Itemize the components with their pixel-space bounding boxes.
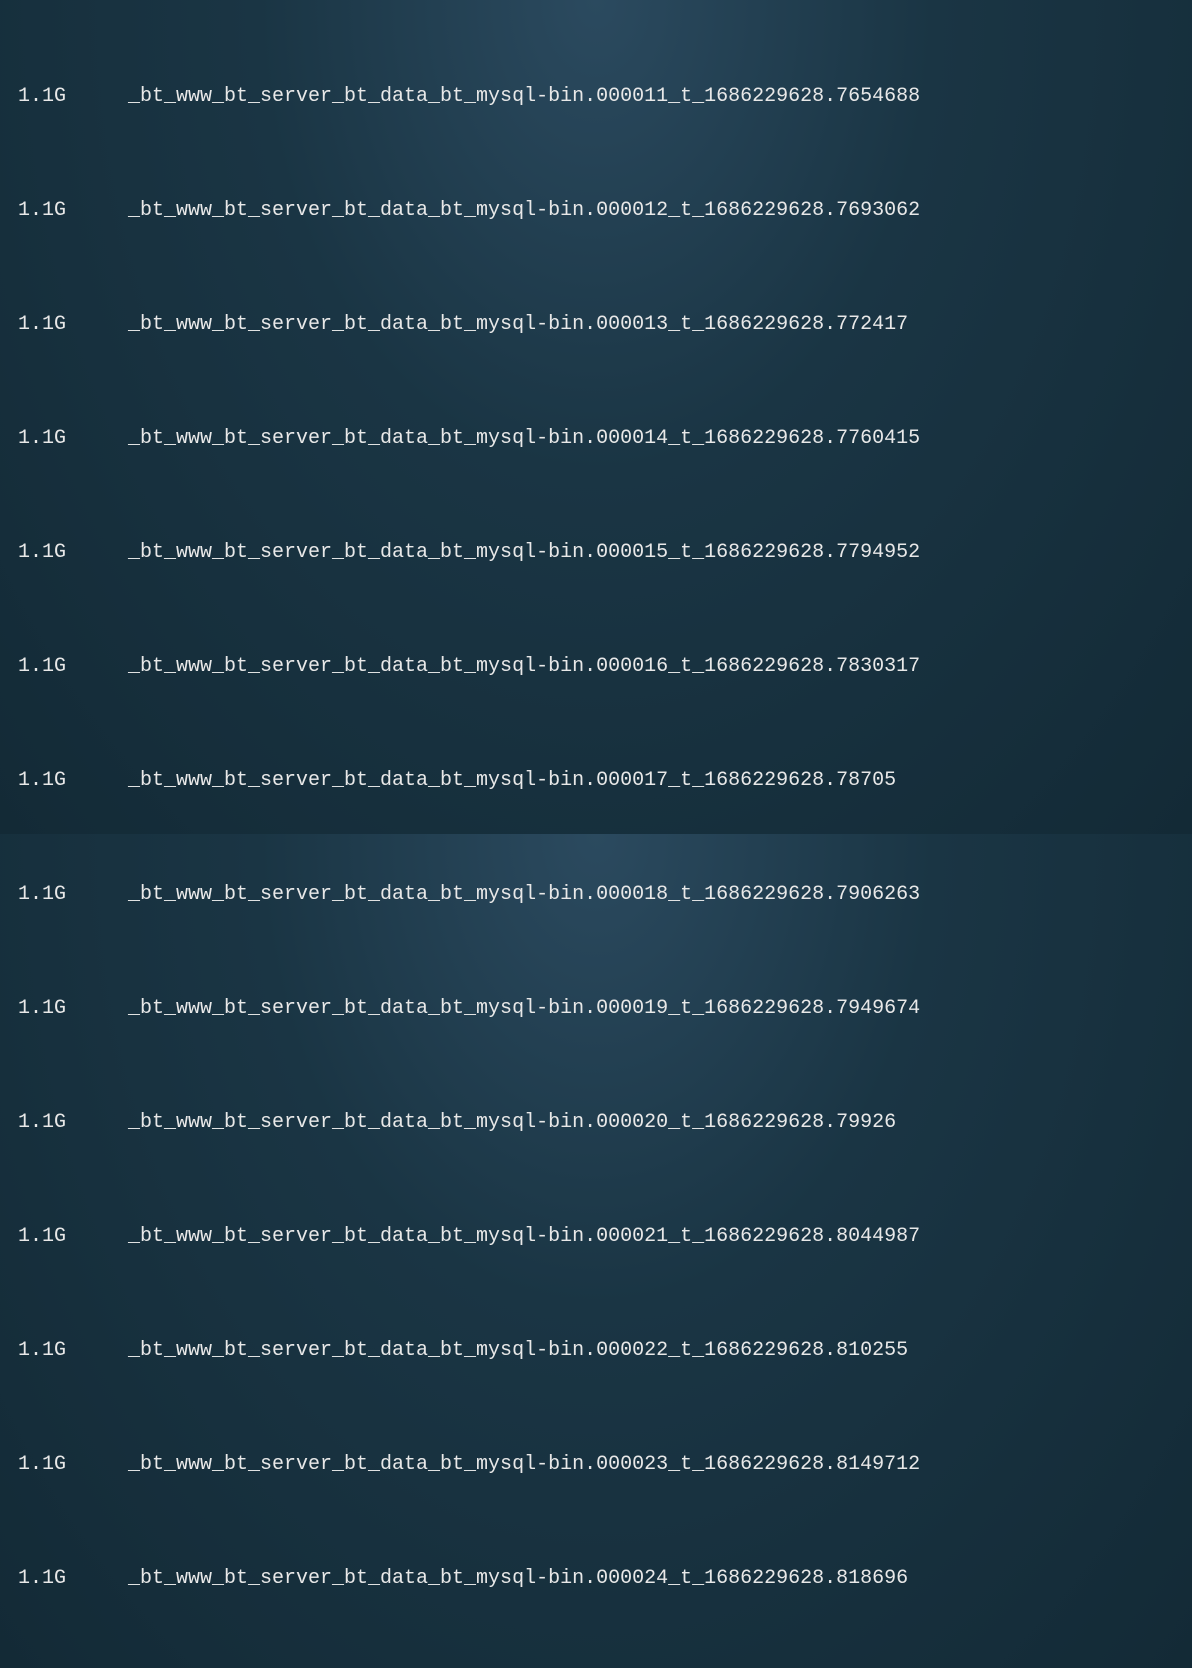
list-item: 1.1G_bt_www_bt_server_bt_data_bt_mysql-b…	[18, 534, 1192, 572]
list-item: 1.1G_bt_www_bt_server_bt_data_bt_mysql-b…	[18, 648, 1192, 686]
file-size: 1.1G	[18, 876, 128, 914]
list-item: 1.1G_bt_www_bt_server_bt_data_bt_mysql-b…	[18, 876, 1192, 914]
file-size: 1.1G	[18, 534, 128, 572]
file-name: _bt_www_bt_server_bt_data_bt_mysql-bin.0…	[128, 648, 920, 686]
list-item: 1.1G_bt_www_bt_server_bt_data_bt_mysql-b…	[18, 420, 1192, 458]
file-size: 1.1G	[18, 990, 128, 1028]
file-name: _bt_www_bt_server_bt_data_bt_mysql-bin.0…	[128, 1104, 896, 1142]
file-size: 1.1G	[18, 192, 128, 230]
file-size: 1.1G	[18, 762, 128, 800]
file-size: 1.1G	[18, 1104, 128, 1142]
file-name: _bt_www_bt_server_bt_data_bt_mysql-bin.0…	[128, 420, 920, 458]
file-name: _bt_www_bt_server_bt_data_bt_mysql-bin.0…	[128, 1446, 920, 1484]
file-name: _bt_www_bt_server_bt_data_bt_mysql-bin.0…	[128, 78, 920, 116]
file-name: _bt_www_bt_server_bt_data_bt_mysql-bin.0…	[128, 306, 908, 344]
file-size: 1.1G	[18, 306, 128, 344]
list-item: 1.1G_bt_www_bt_server_bt_data_bt_mysql-b…	[18, 1446, 1192, 1484]
list-item: 1.1G_bt_www_bt_server_bt_data_bt_mysql-b…	[18, 762, 1192, 800]
file-name: _bt_www_bt_server_bt_data_bt_mysql-bin.0…	[128, 1218, 920, 1256]
file-name: _bt_www_bt_server_bt_data_bt_mysql-bin.0…	[128, 876, 920, 914]
file-name: _bt_www_bt_server_bt_data_bt_mysql-bin.0…	[128, 192, 920, 230]
file-size: 1.1G	[18, 1560, 128, 1598]
list-item: 1.1G_bt_www_bt_server_bt_data_bt_mysql-b…	[18, 78, 1192, 116]
file-size: 1.1G	[18, 648, 128, 686]
file-size: 1.1G	[18, 1218, 128, 1256]
list-item: 1.1G_bt_www_bt_server_bt_data_bt_mysql-b…	[18, 1332, 1192, 1370]
file-size: 1.1G	[18, 1446, 128, 1484]
file-name: _bt_www_bt_server_bt_data_bt_mysql-bin.0…	[128, 990, 920, 1028]
file-name: _bt_www_bt_server_bt_data_bt_mysql-bin.0…	[128, 534, 920, 572]
file-size: 1.1G	[18, 1332, 128, 1370]
list-item: 1.1G_bt_www_bt_server_bt_data_bt_mysql-b…	[18, 192, 1192, 230]
file-name: _bt_www_bt_server_bt_data_bt_mysql-bin.0…	[128, 1560, 908, 1598]
list-item: 1.1G_bt_www_bt_server_bt_data_bt_mysql-b…	[18, 1104, 1192, 1142]
file-size: 1.1G	[18, 78, 128, 116]
terminal-output: 1.1G_bt_www_bt_server_bt_data_bt_mysql-b…	[18, 2, 1192, 1668]
list-item: 1.1G_bt_www_bt_server_bt_data_bt_mysql-b…	[18, 306, 1192, 344]
file-size: 1.1G	[18, 420, 128, 458]
file-name: _bt_www_bt_server_bt_data_bt_mysql-bin.0…	[128, 1332, 908, 1370]
list-item: 1.1G_bt_www_bt_server_bt_data_bt_mysql-b…	[18, 1560, 1192, 1598]
list-item: 1.1G_bt_www_bt_server_bt_data_bt_mysql-b…	[18, 1218, 1192, 1256]
list-item: 1.1G_bt_www_bt_server_bt_data_bt_mysql-b…	[18, 990, 1192, 1028]
file-name: _bt_www_bt_server_bt_data_bt_mysql-bin.0…	[128, 762, 896, 800]
